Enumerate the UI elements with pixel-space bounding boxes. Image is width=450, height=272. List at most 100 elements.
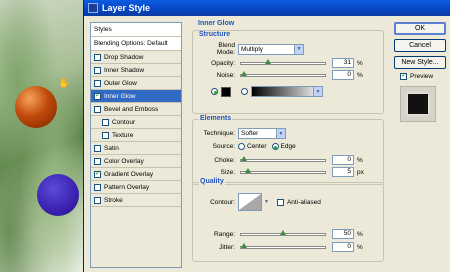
style-checkbox[interactable] <box>94 196 101 204</box>
source-edge-radio[interactable] <box>271 143 279 150</box>
style-checkbox[interactable] <box>94 105 101 113</box>
layer-style-dialog: Layer Style Styles Blending Options: Defa… <box>83 0 450 272</box>
style-item-label: Styles <box>94 26 112 33</box>
opacity-input[interactable]: 31 <box>332 58 354 68</box>
percent-unit: % <box>357 230 363 238</box>
style-item-label: Contour <box>112 118 136 126</box>
chevron-down-icon: ▼ <box>294 44 303 54</box>
style-item-styles[interactable]: Styles <box>91 23 181 37</box>
anti-aliased-checkbox[interactable] <box>276 198 284 206</box>
gradient-radio[interactable] <box>241 88 248 95</box>
percent-unit: % <box>357 71 363 79</box>
choke-slider[interactable] <box>240 155 326 162</box>
elements-title: Elements <box>199 115 233 122</box>
style-item-contour[interactable]: Contour <box>91 116 181 129</box>
source-label: Source: <box>212 143 235 150</box>
size-input[interactable]: 5 <box>332 167 354 177</box>
range-input[interactable]: 50 <box>332 229 354 239</box>
style-checkbox[interactable] <box>94 91 101 100</box>
quality-group: Quality Contour: ▼ Anti-aliased Range: 5… <box>192 178 384 262</box>
blend-mode-select[interactable]: Multiply ▼ <box>238 43 304 55</box>
range-label: Range: <box>214 230 235 238</box>
style-item-label: Gradient Overlay <box>104 170 154 178</box>
opacity-slider[interactable] <box>240 58 326 65</box>
percent-unit: % <box>357 59 363 67</box>
size-slider[interactable] <box>240 167 326 174</box>
opacity-slider-thumb[interactable] <box>265 58 272 64</box>
style-checkbox[interactable] <box>94 66 101 74</box>
style-item-satin[interactable]: Satin <box>91 142 181 155</box>
style-checkbox[interactable] <box>94 53 101 61</box>
edge-label: Edge <box>280 143 296 150</box>
preview-label: Preview <box>410 73 434 80</box>
style-item-pattern-overlay[interactable]: Pattern Overlay <box>91 181 181 194</box>
hand-cursor-icon: ✋ <box>58 78 71 89</box>
style-item-label: Inner Glow <box>104 92 136 100</box>
noise-slider-thumb[interactable] <box>241 70 247 76</box>
cancel-button[interactable]: Cancel <box>394 39 446 52</box>
photoshop-icon <box>88 3 98 13</box>
style-item-gradient-overlay[interactable]: Gradient Overlay <box>91 168 181 181</box>
solid-color-radio[interactable] <box>211 88 218 95</box>
style-item-label: Satin <box>104 144 119 152</box>
px-unit: px <box>357 168 364 176</box>
contour-picker[interactable] <box>238 193 262 211</box>
opacity-label: Opacity: <box>211 59 235 67</box>
jitter-slider-thumb[interactable] <box>241 242 247 248</box>
chevron-down-icon[interactable]: ▼ <box>264 199 269 205</box>
style-item-bevel-and-emboss[interactable]: Bevel and Emboss <box>91 103 181 116</box>
style-item-outer-glow[interactable]: Outer Glow <box>91 77 181 90</box>
ok-button[interactable]: OK <box>394 22 446 35</box>
panel-title: Inner Glow <box>198 20 235 27</box>
style-item-label: Stroke <box>104 196 123 204</box>
title-bar[interactable]: Layer Style <box>84 0 450 16</box>
size-slider-thumb[interactable] <box>244 167 251 173</box>
style-checkbox[interactable] <box>94 169 101 178</box>
style-item-label: Drop Shadow <box>104 53 144 61</box>
center-label: Center <box>247 143 267 150</box>
noise-slider[interactable] <box>240 70 326 77</box>
style-item-inner-shadow[interactable]: Inner Shadow <box>91 64 181 77</box>
style-item-label: Pattern Overlay <box>104 183 150 191</box>
size-label: Size: <box>220 168 235 176</box>
range-slider[interactable] <box>240 229 326 236</box>
style-checkbox[interactable] <box>94 144 101 152</box>
quality-title: Quality <box>199 178 225 185</box>
canvas-background <box>0 0 90 272</box>
style-item-label: Blending Options: Default <box>94 40 168 47</box>
range-slider-thumb[interactable] <box>280 229 286 235</box>
style-item-label: Bevel and Emboss <box>104 105 159 113</box>
style-checkbox[interactable] <box>94 157 101 165</box>
style-item-color-overlay[interactable]: Color Overlay <box>91 155 181 168</box>
style-item-label: Outer Glow <box>104 79 137 87</box>
style-item-inner-glow[interactable]: Inner Glow <box>91 90 181 103</box>
contour-label: Contour: <box>210 198 235 206</box>
jitter-slider[interactable] <box>240 242 326 249</box>
preview-toggle[interactable]: Preview <box>400 71 434 80</box>
style-item-drop-shadow[interactable]: Drop Shadow <box>91 51 181 64</box>
preview-swatch <box>408 94 428 114</box>
style-checkbox[interactable] <box>102 131 109 139</box>
choke-slider-thumb[interactable] <box>241 155 247 161</box>
preview-checkbox[interactable] <box>400 71 407 80</box>
choke-input[interactable]: 0 <box>332 155 354 165</box>
new-style-button[interactable]: New Style... <box>394 56 446 69</box>
style-item-texture[interactable]: Texture <box>91 129 181 142</box>
style-item-blending-options-default[interactable]: Blending Options: Default <box>91 37 181 51</box>
style-checkbox[interactable] <box>94 79 101 87</box>
technique-select[interactable]: Softer ▼ <box>238 128 286 139</box>
noise-input[interactable]: 0 <box>332 70 354 80</box>
contour-curve-icon <box>239 194 261 210</box>
source-center-radio[interactable] <box>238 143 245 150</box>
glow-color-swatch[interactable] <box>221 86 231 97</box>
style-checkbox[interactable] <box>102 118 109 126</box>
inner-glow-panel: Inner Glow Structure Blend Mode: Multipl… <box>190 20 386 268</box>
anti-aliased-label: Anti-aliased <box>286 198 321 206</box>
style-checkbox[interactable] <box>94 183 101 191</box>
style-item-stroke[interactable]: Stroke <box>91 194 181 207</box>
gradient-picker[interactable]: ▼ <box>251 86 323 97</box>
structure-title: Structure <box>199 31 231 38</box>
noise-label: Noise: <box>216 71 235 79</box>
style-item-label: Color Overlay <box>104 157 144 165</box>
jitter-input[interactable]: 0 <box>332 242 354 252</box>
